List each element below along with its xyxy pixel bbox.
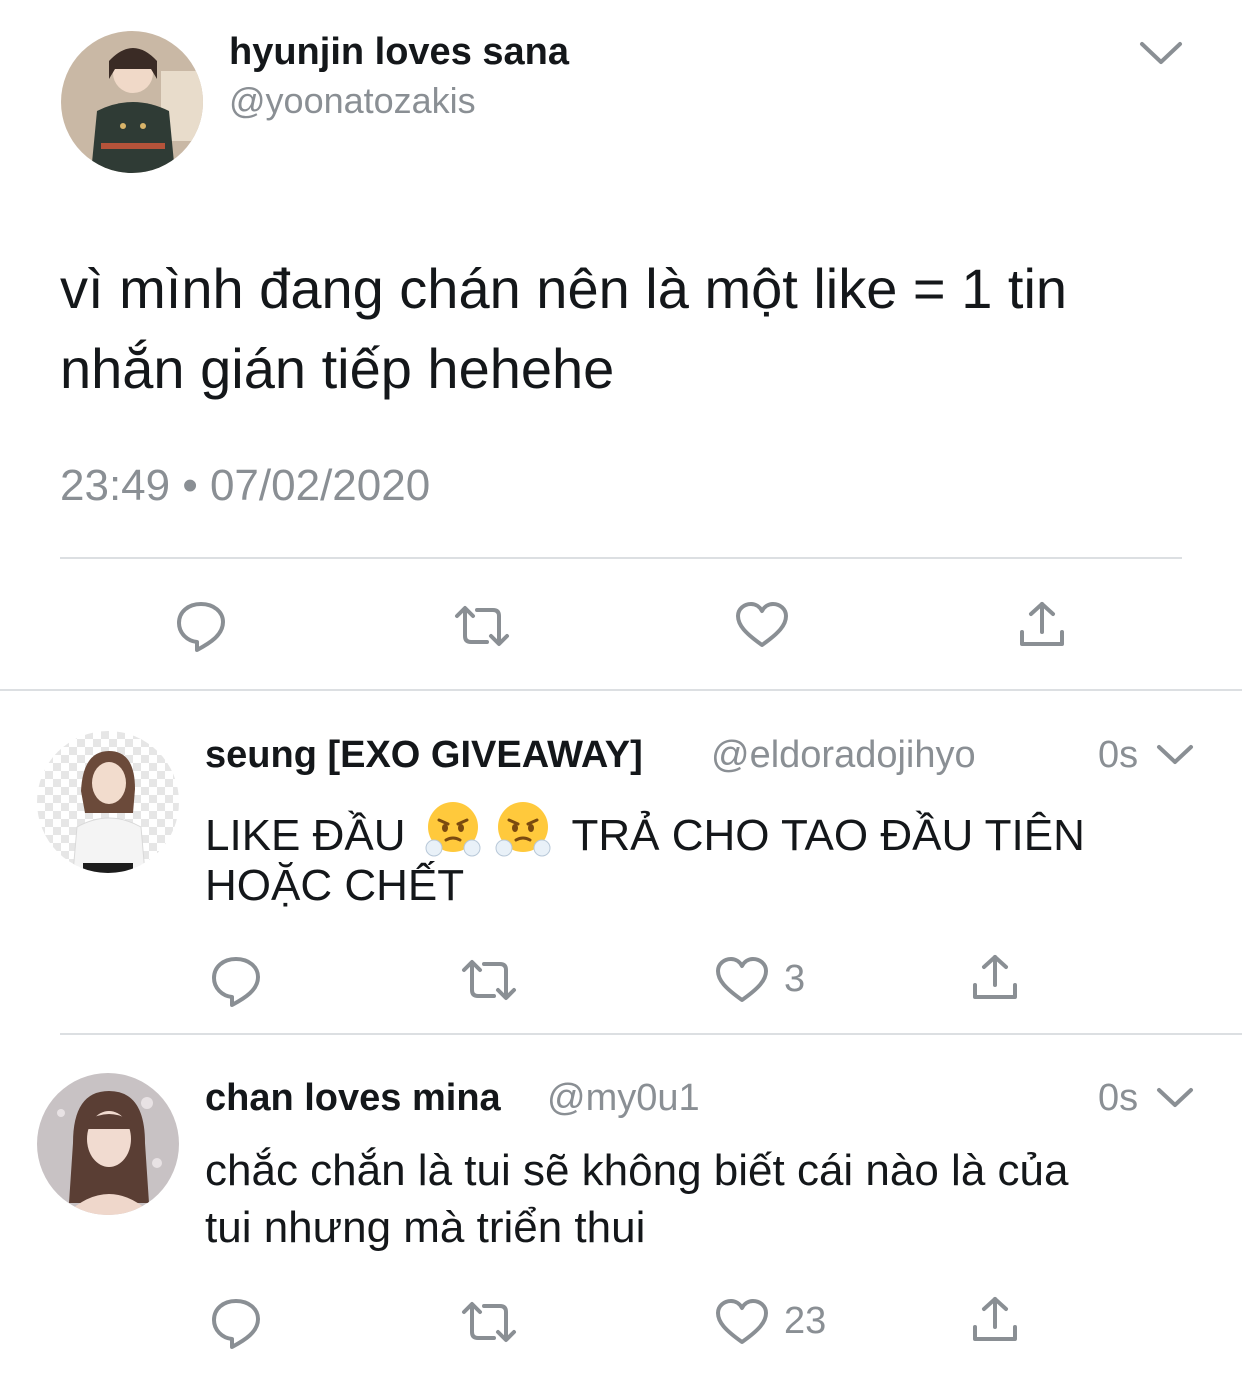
main-display-name[interactable]: hyunjin loves sana (229, 30, 569, 74)
reply-text-line1: chắc chắn là tui sẽ không biết cái nào l… (205, 1146, 1069, 1195)
main-handle[interactable]: @yoonatozakis (229, 80, 476, 122)
main-tweet-text-line2: nhắn gián tiếp hehehe (60, 337, 615, 400)
reply-text-part: LIKE ĐẦU (205, 811, 406, 860)
like-icon[interactable] (715, 956, 769, 1004)
retweet-icon[interactable] (461, 958, 517, 1002)
reply-divider (60, 1033, 1242, 1035)
share-icon[interactable] (971, 953, 1019, 1003)
reply-display-name[interactable]: seung [EXO GIVEAWAY] (205, 732, 643, 778)
chevron-down-icon[interactable] (1138, 40, 1184, 68)
main-avatar[interactable] (61, 31, 203, 173)
reply-avatar[interactable] (37, 731, 179, 873)
main-timestamp: 23:49 • 07/02/2020 (60, 461, 431, 510)
retweet-icon[interactable] (454, 604, 510, 648)
reply-icon[interactable] (210, 1297, 262, 1349)
reply-handle[interactable]: @eldoradojihyo (711, 732, 976, 778)
share-icon[interactable] (971, 1295, 1019, 1345)
chevron-down-icon[interactable] (1155, 1086, 1195, 1110)
like-count: 23 (784, 1300, 827, 1342)
reply-time: 0s (1098, 734, 1139, 776)
chevron-down-icon[interactable] (1155, 743, 1195, 767)
share-icon[interactable] (1018, 600, 1066, 650)
reply-icon[interactable] (175, 600, 227, 652)
reply-text-part: TRẢ CHO TAO ĐẦU TIÊN (571, 811, 1085, 860)
like-icon[interactable] (715, 1298, 769, 1346)
reply-text-line2: tui nhưng mà triển thui (205, 1203, 646, 1252)
like-count: 3 (784, 958, 806, 1000)
retweet-icon[interactable] (461, 1300, 517, 1344)
section-divider (0, 689, 1242, 691)
main-tweet-text-line1: vì mình đang chán nên là một like = 1 ti… (60, 257, 1068, 320)
reply-avatar[interactable] (37, 1073, 179, 1215)
main-divider (60, 557, 1182, 559)
reply-text-line2: HOẶC CHẾT (205, 861, 465, 910)
steam-nose-emoji (494, 800, 552, 872)
reply-time: 0s (1098, 1077, 1139, 1119)
reply-icon[interactable] (210, 955, 262, 1007)
reply-display-name[interactable]: chan loves mina (205, 1075, 501, 1121)
reply-handle[interactable]: @my0u1 (547, 1075, 700, 1121)
like-icon[interactable] (735, 601, 789, 649)
